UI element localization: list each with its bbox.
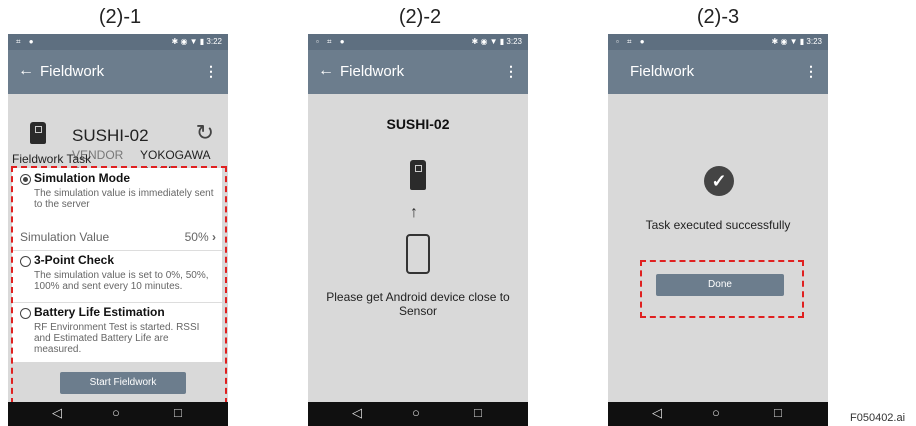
nav-recent-icon[interactable]: □ xyxy=(774,405,782,420)
figure-id: F050402.ai xyxy=(850,412,906,424)
app-title: Fieldwork xyxy=(630,63,695,80)
nav-home-icon[interactable]: ○ xyxy=(112,405,120,420)
nav-back-icon[interactable]: ◁ xyxy=(52,405,62,421)
phone-screen-1: ⌗ ● ✱ ◉ ▼ ▮ 3:22 ← Fieldwork ⋮ SUSHI-02 … xyxy=(8,34,228,426)
navigation-bar: ◁ ○ □ xyxy=(308,402,528,426)
notification-icons: ▫ ⌗ ● xyxy=(616,37,648,46)
status-bar: ⌗ ● ✱ ◉ ▼ ▮ 3:22 xyxy=(8,34,228,50)
fieldwork-task-heading: Fieldwork Task xyxy=(12,152,92,166)
step-label-1: (2)-1 xyxy=(98,6,142,28)
more-vert-icon[interactable]: ⋮ xyxy=(804,63,818,80)
sensor-icon xyxy=(30,122,46,144)
nav-recent-icon[interactable]: □ xyxy=(174,405,182,420)
nav-back-icon[interactable]: ◁ xyxy=(652,405,662,421)
app-bar: ← Fieldwork ⋮ xyxy=(8,50,228,94)
arrow-up-icon: ↑ xyxy=(410,204,418,221)
step-label-2: (2)-2 xyxy=(398,6,442,28)
app-title: Fieldwork xyxy=(340,63,405,80)
navigation-bar: ◁ ○ □ xyxy=(8,402,228,426)
status-bar: ▫ ⌗ ● ✱ ◉ ▼ ▮ 3:23 xyxy=(308,34,528,50)
status-icons: ✱ ◉ ▼ ▮ 3:22 xyxy=(171,37,222,46)
sensor-icon xyxy=(410,160,426,190)
nav-home-icon[interactable]: ○ xyxy=(712,405,720,420)
arrow-left-icon[interactable]: ← xyxy=(18,62,34,80)
status-icons: ✱ ◉ ▼ ▮ 3:23 xyxy=(771,37,822,46)
vendor-value: YOKOGAWA xyxy=(140,148,211,162)
app-title: Fieldwork xyxy=(40,63,105,80)
phone-screen-2: ▫ ⌗ ● ✱ ◉ ▼ ▮ 3:23 ← Fieldwork ⋮ SUSHI-0… xyxy=(308,34,528,426)
arrow-left-icon[interactable]: ← xyxy=(318,62,334,80)
notification-icons: ⌗ ● xyxy=(16,37,37,46)
device-name: SUSHI-02 xyxy=(386,116,450,132)
refresh-icon[interactable]: ↻ xyxy=(196,120,214,146)
proximity-message: Please get Android device close to Senso… xyxy=(326,290,510,318)
notification-icons: ▫ ⌗ ● xyxy=(316,37,348,46)
smartphone-icon xyxy=(406,234,430,274)
more-vert-icon[interactable]: ⋮ xyxy=(504,63,518,80)
status-icons: ✱ ◉ ▼ ▮ 3:23 xyxy=(471,37,522,46)
nav-recent-icon[interactable]: □ xyxy=(474,405,482,420)
nav-back-icon[interactable]: ◁ xyxy=(352,405,362,421)
highlight-box xyxy=(11,166,227,404)
nav-home-icon[interactable]: ○ xyxy=(412,405,420,420)
app-bar: ← Fieldwork ⋮ xyxy=(308,50,528,94)
device-name: SUSHI-02 xyxy=(72,126,149,145)
app-bar: Fieldwork ⋮ xyxy=(608,50,828,94)
phone-screen-3: ▫ ⌗ ● ✱ ◉ ▼ ▮ 3:23 Fieldwork ⋮ ✓ Task ex… xyxy=(608,34,828,426)
check-circle-icon: ✓ xyxy=(704,166,734,196)
highlight-box xyxy=(640,260,804,318)
success-message: Task executed successfully xyxy=(645,218,791,232)
more-vert-icon[interactable]: ⋮ xyxy=(204,63,218,80)
status-bar: ▫ ⌗ ● ✱ ◉ ▼ ▮ 3:23 xyxy=(608,34,828,50)
step-label-3: (2)-3 xyxy=(696,6,740,28)
navigation-bar: ◁ ○ □ xyxy=(608,402,828,426)
